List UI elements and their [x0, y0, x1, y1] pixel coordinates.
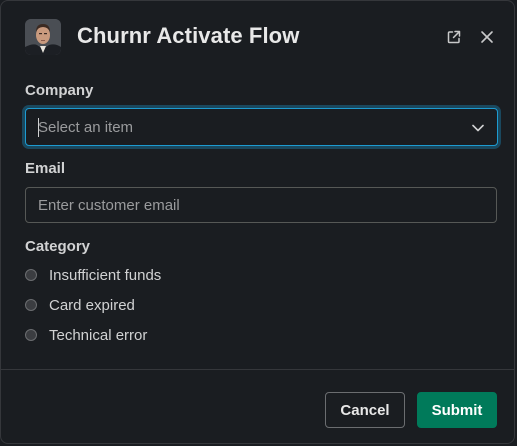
category-option-label: Insufficient funds — [49, 266, 162, 284]
submit-button[interactable]: Submit — [417, 392, 497, 428]
app-avatar-image — [25, 19, 61, 55]
radio-button[interactable] — [25, 329, 37, 341]
category-option-technical-error[interactable]: Technical error — [25, 325, 147, 345]
radio-button[interactable] — [25, 269, 37, 281]
footer-divider — [1, 369, 514, 370]
category-label: Category — [25, 238, 91, 255]
close-icon — [481, 31, 493, 43]
app-avatar — [25, 19, 61, 55]
email-label: Email — [25, 160, 66, 177]
company-label: Company — [25, 82, 94, 99]
chevron-down-icon — [472, 124, 484, 132]
company-select[interactable]: Select an item — [25, 108, 498, 146]
modal-header: Churnr Activate Flow — [1, 1, 514, 73]
category-option-label: Technical error — [49, 326, 148, 344]
category-option-label: Card expired — [49, 296, 135, 314]
category-option-insufficient-funds[interactable]: Insufficient funds — [25, 265, 161, 285]
company-select-placeholder: Select an item — [38, 119, 134, 136]
modal-dialog: Churnr Activate Flow Company Select an i… — [0, 0, 515, 444]
external-link-icon — [447, 30, 461, 44]
email-field[interactable] — [25, 187, 497, 223]
cancel-button[interactable]: Cancel — [325, 392, 405, 428]
popout-button[interactable] — [442, 25, 466, 49]
close-button[interactable] — [475, 25, 499, 49]
modal-title: Churnr Activate Flow — [77, 23, 300, 48]
radio-button[interactable] — [25, 299, 37, 311]
category-option-card-expired[interactable]: Card expired — [25, 295, 135, 315]
